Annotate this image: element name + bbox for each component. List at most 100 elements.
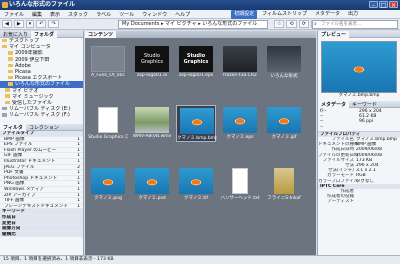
folder-tree: デスクトップ マイ コンピュータ 2009年撮影 2009 伊豆下田 Adobe… [0, 38, 83, 124]
thumbnail-caption: クマノミ.eps [226, 135, 254, 140]
rotate-left-button[interactable]: ⟲ [286, 20, 297, 28]
close-button[interactable]: × [389, 1, 398, 9]
rotate-right-button[interactable]: ⟳ [298, 20, 309, 28]
redo-button[interactable]: ↷ [48, 20, 59, 28]
thumbnail-caption: Studio Graphics ロゴ.pdf [88, 135, 128, 140]
thumbnail-caption: ハンサーヘッド.txt [220, 196, 260, 201]
tab-keywords[interactable]: キーワード [349, 101, 380, 108]
thumbnail[interactable]: クマノミ.gif [264, 105, 304, 142]
menu-window[interactable]: ウィンドウ [142, 11, 167, 18]
thumbnail-image: Studio Graphics [135, 46, 169, 72]
metadata-row: アーティスト [327, 199, 354, 205]
forward-button[interactable]: ▶ [13, 20, 24, 28]
menu-help[interactable]: ヘルプ [175, 11, 190, 18]
folder-icon [2, 44, 7, 49]
thumbnail-image [232, 168, 248, 194]
thumbnail-grid: A_Funk_Of_Stic Studio Graphics asp-logo01.… [85, 38, 316, 252]
folder-icon [8, 63, 13, 67]
menu-label[interactable]: ラベル [96, 11, 111, 18]
title-bar: いろんな形式のファイル – □ × [0, 0, 400, 10]
thumbnail-image [179, 168, 213, 194]
thumbnail[interactable]: Studio Graphics asp-logo01.eps [176, 44, 216, 81]
folder-icon [5, 100, 10, 105]
mode-output[interactable]: 出力 [345, 10, 361, 19]
mode-metadata[interactable]: メタデータ [312, 10, 343, 19]
thumbnail-caption: frozen-t3a.CR2 [223, 73, 257, 78]
folder-icon [8, 57, 13, 61]
folder-icon [8, 82, 13, 86]
thumbnail-selected[interactable]: クマノミ.bmp.bmp [176, 105, 217, 142]
thumbnail-image [135, 168, 169, 194]
content-panel: コンテンツ A_Funk_Of_Stic Studio Graphics asp-l… [85, 30, 316, 255]
rating-button[interactable]: ☆ [274, 20, 285, 28]
thumbnail-image [223, 46, 257, 72]
logo-mark: Studio Graphics [183, 53, 209, 65]
maximize-button[interactable]: □ [379, 1, 388, 9]
thumbnail-caption: WMV-A8(VB.wmv [132, 134, 172, 139]
filter-section-aspect[interactable]: 縦横比 [0, 231, 83, 238]
tab-preview[interactable]: プレビュー [318, 30, 350, 38]
thumbnail-caption: クマノミ.png [94, 196, 122, 201]
right-panel: プレビュー クマノミ.bmp.bmp メタデータ キーワード f/-- -- -… [317, 30, 400, 255]
thumbnail-caption: クマノミ.gif [271, 135, 297, 140]
thumbnail-image [274, 168, 294, 194]
thumbnail-image [180, 108, 214, 134]
thumbnail[interactable]: Studio Graphics asp-logo01.ai [132, 44, 172, 81]
metadata-summary: f/-- -- -- -- 296 x 204 61.2 KB 96 ppi [318, 108, 400, 132]
filter-tabs: フィルタ コレクション [0, 123, 83, 131]
mode-filmstrip[interactable]: フィルムストリップ [259, 10, 310, 19]
breadcrumb[interactable]: My Documents ▸ マイ ピクチャ ▸ いろんな形式のファイル [118, 20, 268, 29]
menu-tools[interactable]: ツール [119, 11, 134, 18]
tab-collections[interactable]: コレクション [26, 124, 62, 131]
undo-button[interactable]: ↶ [36, 20, 47, 28]
thumbnail-image [98, 107, 118, 133]
thumbnail[interactable]: WMV-A8(VB.wmv [132, 105, 172, 142]
tab-content[interactable]: コンテンツ [85, 30, 117, 38]
search-icon: ⌕ [314, 21, 317, 27]
menu-file[interactable]: ファイル [4, 11, 24, 18]
thumbnail[interactable]: A_Funk_Of_Stic [88, 44, 128, 81]
recent-dropdown[interactable]: ▾ [25, 20, 35, 28]
thumbnail-caption: asp-logo01.ai [136, 73, 168, 78]
window-title: いろんな形式のファイル [9, 1, 76, 8]
metadata-tabs: メタデータ キーワード [318, 100, 400, 108]
thumbnail[interactable]: frozen-t3a.CR2 [220, 44, 260, 81]
app-icon [2, 2, 8, 8]
tab-folders[interactable]: フォルダ [31, 30, 58, 38]
thumbnail-caption: asp-logo01.eps [178, 73, 214, 78]
thumbnail-caption: A_Funk_Of_Stic [91, 73, 125, 78]
folder-icon [8, 51, 13, 55]
thumbnail-caption: フライニS-Inkaf [267, 196, 301, 201]
thumbnail[interactable]: いろんな形式 [264, 44, 304, 81]
thumbnail[interactable]: フライニS-Inkaf [264, 166, 304, 203]
tree-item[interactable]: リムーバブル ディスク (F:) [0, 112, 83, 118]
preview-caption: クマノミ.bmp.bmp [338, 93, 380, 98]
mode-essentials[interactable]: 初期設定 [231, 10, 258, 19]
summary-value: -- [320, 124, 324, 130]
thumbnail[interactable]: クマノミ.eps [220, 105, 260, 142]
left-panel: お気に入り フォルダ デスクトップ マイ コンピュータ 2009年撮影 2009… [0, 30, 84, 255]
folder-icon [5, 94, 10, 98]
thumbnail-caption: いろんな形式 [270, 74, 298, 79]
tab-favorites[interactable]: お気に入り [0, 31, 31, 38]
menu-edit[interactable]: 編集 [32, 11, 42, 18]
drive-icon [2, 113, 7, 117]
search-input[interactable]: ファイル名を表示… [312, 20, 398, 29]
thumbnail[interactable]: Studio Graphics ロゴ.pdf [88, 105, 128, 142]
back-button[interactable]: ◀ [2, 20, 12, 28]
thumbnail[interactable]: クマノミ.tif [176, 166, 216, 203]
thumbnail[interactable]: クマノミ.psd [132, 166, 172, 203]
thumbnail[interactable]: クマノミ.png [88, 166, 128, 203]
metadata-list: ファイルプロパティ ファイル名 クマノミ.bmp.bmp ドキュメントの種類 BMP… [318, 131, 400, 205]
menu-stack[interactable]: スタック [68, 11, 88, 18]
thumbnail[interactable]: ハンサーヘッド.txt [220, 166, 260, 203]
menu-view[interactable]: 表示 [50, 11, 60, 18]
thumbnail-image [135, 107, 169, 133]
logo-mark: Studio Graphics [140, 53, 164, 65]
minimize-button[interactable]: – [369, 1, 378, 9]
tab-filter[interactable]: フィルタ [0, 123, 26, 131]
folder-icon [5, 88, 10, 92]
folder-icon [2, 38, 7, 43]
thumbnail-caption: クマノミ.psd [138, 196, 166, 201]
tab-metadata[interactable]: メタデータ [318, 100, 350, 108]
